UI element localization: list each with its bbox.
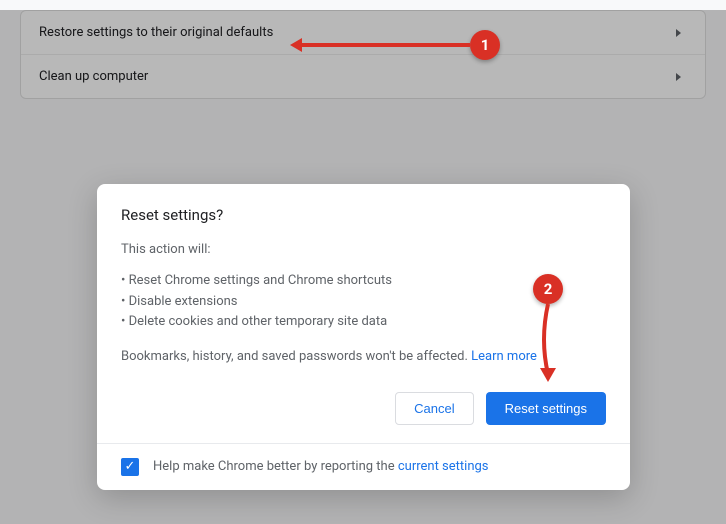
dialog-note: Bookmarks, history, and saved passwords … xyxy=(121,347,606,368)
footer-prefix: Help make Chrome better by reporting the xyxy=(153,459,398,474)
annotation-badge-1: 1 xyxy=(470,30,500,60)
reset-settings-button[interactable]: Reset settings xyxy=(486,392,606,425)
bullet-delete-cookies: • Delete cookies and other temporary sit… xyxy=(121,312,606,333)
dialog-intro: This action will: xyxy=(121,240,606,261)
annotation-badge-2: 2 xyxy=(533,274,563,304)
footer-text: Help make Chrome better by reporting the… xyxy=(153,459,489,474)
annotation-arrow-1 xyxy=(300,43,470,47)
dialog-title: Reset settings? xyxy=(121,206,606,224)
report-settings-checkbox[interactable]: ✓ xyxy=(121,458,139,476)
reset-settings-dialog: Reset settings? This action will: • Rese… xyxy=(97,184,630,490)
learn-more-link[interactable]: Learn more xyxy=(471,349,537,364)
cancel-button[interactable]: Cancel xyxy=(395,392,473,425)
current-settings-link[interactable]: current settings xyxy=(398,459,489,474)
note-text: Bookmarks, history, and saved passwords … xyxy=(121,349,471,364)
